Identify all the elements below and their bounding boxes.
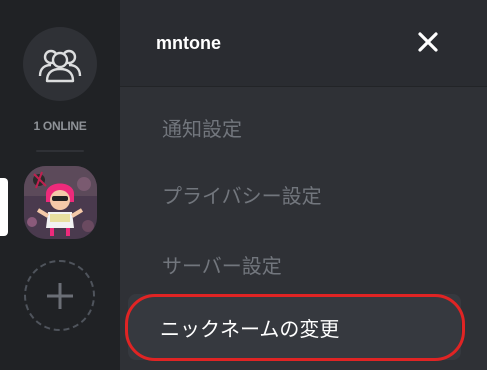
menu-item-change-nickname[interactable]: ニックネームの変更 [160,313,339,342]
menu-item-server-settings[interactable]: サーバー設定 [162,250,282,279]
add-server-button[interactable] [24,260,95,331]
friends-button[interactable] [23,27,97,101]
server-avatar-image [24,166,97,239]
selected-server-indicator [0,178,8,236]
friends-icon [38,49,82,83]
server-icon-mntone[interactable] [24,166,97,239]
server-rail: 1 ONLINE [0,0,120,370]
server-name: mntone [156,33,221,53]
close-icon [418,32,438,52]
server-menu-panel: mntone 通知設定 プライバシー設定 サーバー設定 ニックネームの変更 [120,0,487,370]
panel-header: mntone [120,0,487,87]
online-count: 1 ONLINE [33,119,87,133]
rail-divider [36,150,84,152]
plus-icon [46,282,73,309]
menu-item-notification-settings[interactable]: 通知設定 [162,113,242,142]
menu-item-privacy-settings[interactable]: プライバシー設定 [162,180,322,209]
close-button[interactable] [416,30,440,54]
